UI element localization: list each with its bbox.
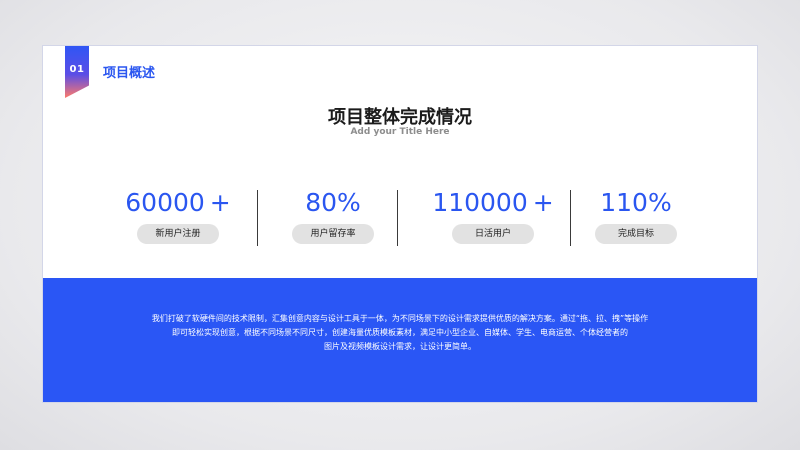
stat-target: 110% 完成目标 <box>561 186 711 248</box>
section-number: 01 <box>69 64 85 75</box>
description-line: 图片及视频模板设计需求，让设计更简单。 <box>324 342 476 351</box>
stat-label: 新用户注册 <box>137 224 219 244</box>
stat-label: 用户留存率 <box>292 224 374 244</box>
stat-new-users: 60000 + 新用户注册 <box>103 186 253 248</box>
slide-canvas: 01 项目概述 项目整体完成情况 Add your Title Here 600… <box>43 46 757 402</box>
stat-daily-active: 110000 + 日活用户 <box>418 186 568 248</box>
description-band: 我们打破了软硬件间的技术限制，汇集创意内容与设计工具于一体，为不同场景下的设计需… <box>43 278 757 402</box>
stats-row: 60000 + 新用户注册 80% 用户留存率 110000 + 日活用户 11… <box>103 186 703 248</box>
stat-value: 110% <box>600 188 672 217</box>
stat-label: 完成目标 <box>595 224 677 244</box>
stat-value: 60000 + <box>125 188 231 217</box>
stat-value: 80% <box>305 188 361 217</box>
stat-divider <box>397 190 398 246</box>
page-title: 项目整体完成情况 <box>328 107 472 128</box>
stat-value: 110000 + <box>432 188 554 217</box>
stat-label: 日活用户 <box>452 224 534 244</box>
description-line: 即可轻松实现创意，根据不同场景不同尺寸，创建海量优质模板素材，满足中小型企业、自… <box>172 328 628 337</box>
description-text: 我们打破了软硬件间的技术限制，汇集创意内容与设计工具于一体，为不同场景下的设计需… <box>93 312 707 354</box>
stat-retention: 80% 用户留存率 <box>258 186 408 248</box>
description-line: 我们打破了软硬件间的技术限制，汇集创意内容与设计工具于一体，为不同场景下的设计需… <box>151 314 649 323</box>
page-subtitle: Add your Title Here <box>350 127 450 137</box>
section-title: 项目概述 <box>103 66 156 81</box>
